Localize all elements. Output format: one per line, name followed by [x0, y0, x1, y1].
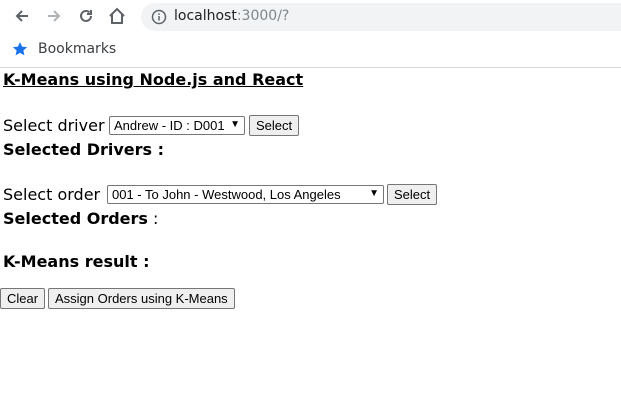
driver-select[interactable]: Andrew - ID : D001 ▼ [109, 116, 245, 135]
dropdown-arrow-icon: ▼ [369, 188, 379, 199]
browser-chrome: localhost:3000/? Bookmarks [0, 0, 621, 68]
bookmarks-bar-item[interactable]: Bookmarks [12, 38, 116, 60]
forward-arrow-icon [48, 10, 61, 22]
address-bar[interactable]: localhost:3000/? [141, 3, 621, 31]
select-order-label: Select order : [3, 185, 111, 204]
kmeans-result-heading: K-Means result : [3, 252, 150, 271]
selected-drivers-label: Selected Drivers : [3, 140, 164, 159]
url-text: localhost:3000/? [174, 8, 289, 24]
forward-button[interactable] [42, 4, 66, 28]
url-path: :3000/? [236, 8, 290, 24]
select-driver-label: Select driver : [3, 116, 115, 135]
selected-orders-label: Selected Orders : [3, 209, 158, 228]
order-select-value: 001 - To John - Westwood, Los Angeles [112, 187, 341, 202]
reload-icon [80, 9, 92, 22]
selected-orders-colon: : [147, 209, 159, 228]
select-driver-button[interactable]: Select [249, 115, 300, 136]
selected-drivers-heading: Selected Drivers [3, 140, 153, 159]
url-host: localhost [174, 8, 237, 24]
home-icon [109, 7, 125, 24]
driver-select-value: Andrew - ID : D001 [114, 118, 225, 133]
bookmarks-label: Bookmarks [38, 41, 117, 57]
select-order-button[interactable]: Select [387, 184, 438, 205]
clear-button[interactable]: Clear [0, 288, 46, 309]
back-arrow-icon [15, 10, 28, 22]
selected-drivers-colon: : [152, 140, 165, 159]
page-title: K-Means using Node.js and React [3, 70, 304, 89]
order-select[interactable]: 001 - To John - Westwood, Los Angeles ▼ [107, 185, 384, 204]
reload-button[interactable] [74, 4, 98, 28]
assign-orders-button[interactable]: Assign Orders using K-Means [48, 288, 235, 309]
selected-orders-heading: Selected Orders [3, 209, 148, 228]
info-icon[interactable] [151, 9, 167, 25]
star-icon [12, 42, 28, 56]
dropdown-arrow-icon: ▼ [230, 119, 240, 130]
back-button[interactable] [10, 4, 34, 28]
home-button[interactable] [105, 4, 129, 28]
